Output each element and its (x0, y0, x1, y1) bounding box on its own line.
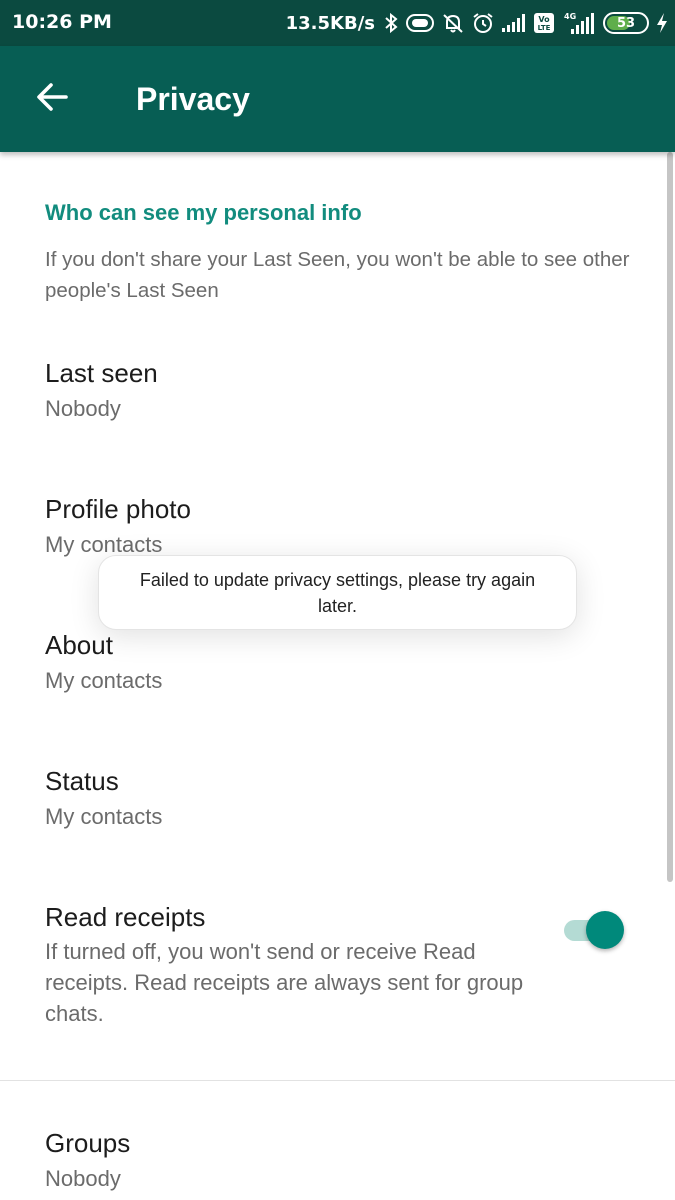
toggle-thumb (586, 911, 624, 949)
network-speed: 13.5KB/s (285, 12, 375, 34)
setting-title: Last seen (45, 358, 158, 388)
section-description: If you don't share your Last Seen, you w… (45, 248, 630, 302)
svg-text:LTE: LTE (538, 24, 551, 32)
section-header: Who can see my personal info (45, 200, 362, 225)
status-icons: 13.5KB/s Vo LTE 4G 53 (286, 9, 669, 37)
setting-groups[interactable]: Groups Nobody (0, 1128, 665, 1200)
svg-text:Vo: Vo (538, 15, 550, 24)
setting-status[interactable]: Status My contacts (0, 766, 665, 876)
battery-level: 53 (616, 15, 636, 31)
page-title: Privacy (136, 81, 250, 117)
charging-icon (655, 12, 669, 34)
error-toast: Failed to update privacy settings, pleas… (98, 555, 577, 630)
4g-signal-icon: 4G (561, 11, 597, 35)
app-bar: Privacy (0, 46, 675, 152)
signal-icon (501, 13, 527, 33)
setting-value: Nobody (45, 1166, 121, 1191)
setting-last-seen[interactable]: Last seen Nobody (0, 358, 665, 468)
setting-title: Status (45, 766, 119, 796)
vibrate-icon (405, 12, 435, 34)
arrow-left-icon (35, 82, 69, 116)
scrollbar[interactable] (667, 152, 673, 882)
battery-icon: 53 (603, 12, 649, 34)
privacy-settings-list[interactable]: Who can see my personal info If you don'… (0, 152, 675, 1200)
status-time: 10:26 PM (12, 11, 112, 33)
setting-title: Groups (45, 1128, 131, 1158)
setting-title: About (45, 630, 113, 660)
mute-notifications-icon (441, 11, 465, 35)
setting-value: My contacts (45, 804, 163, 829)
read-receipts-toggle[interactable] (564, 910, 626, 950)
svg-text:4G: 4G (564, 12, 576, 21)
setting-read-receipts[interactable]: Read receipts If turned off, you won't s… (0, 902, 665, 1052)
setting-value: My contacts (45, 668, 163, 693)
divider (0, 1080, 675, 1081)
back-button[interactable] (26, 73, 78, 125)
bluetooth-icon (383, 12, 399, 34)
alarm-icon (471, 11, 495, 35)
setting-about[interactable]: About My contacts (0, 630, 665, 740)
setting-title: Profile photo (45, 494, 191, 524)
setting-value: Nobody (45, 396, 121, 421)
setting-description: If turned off, you won't send or receive… (45, 939, 524, 1026)
setting-title: Read receipts (45, 902, 206, 932)
volte-icon: Vo LTE (533, 12, 555, 34)
status-bar: 10:26 PM 13.5KB/s Vo LTE 4G 53 (0, 0, 675, 46)
